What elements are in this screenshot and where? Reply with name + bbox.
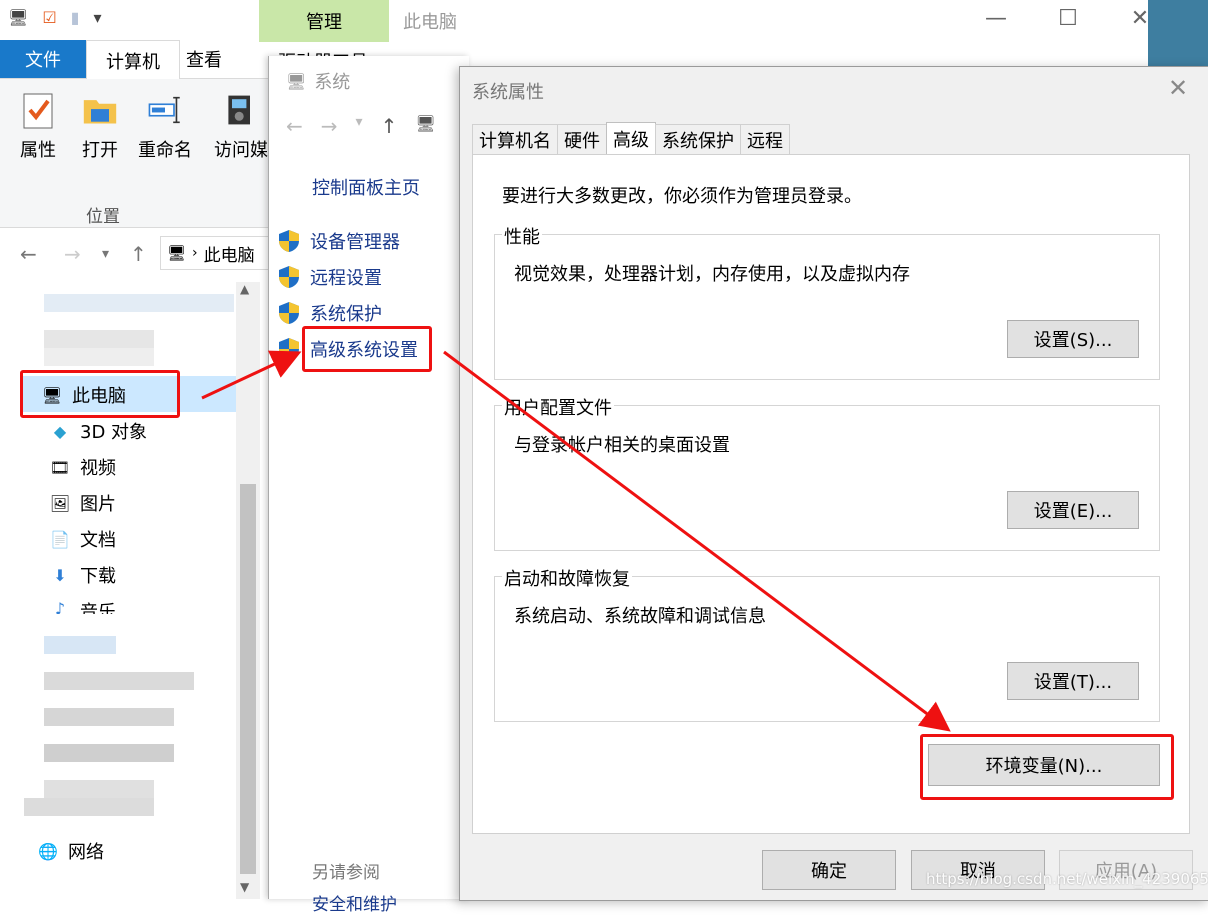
arrow-to-advanced-settings xyxy=(201,350,302,400)
arrow-to-env-vars xyxy=(443,350,951,732)
annotation-arrows xyxy=(201,350,951,732)
